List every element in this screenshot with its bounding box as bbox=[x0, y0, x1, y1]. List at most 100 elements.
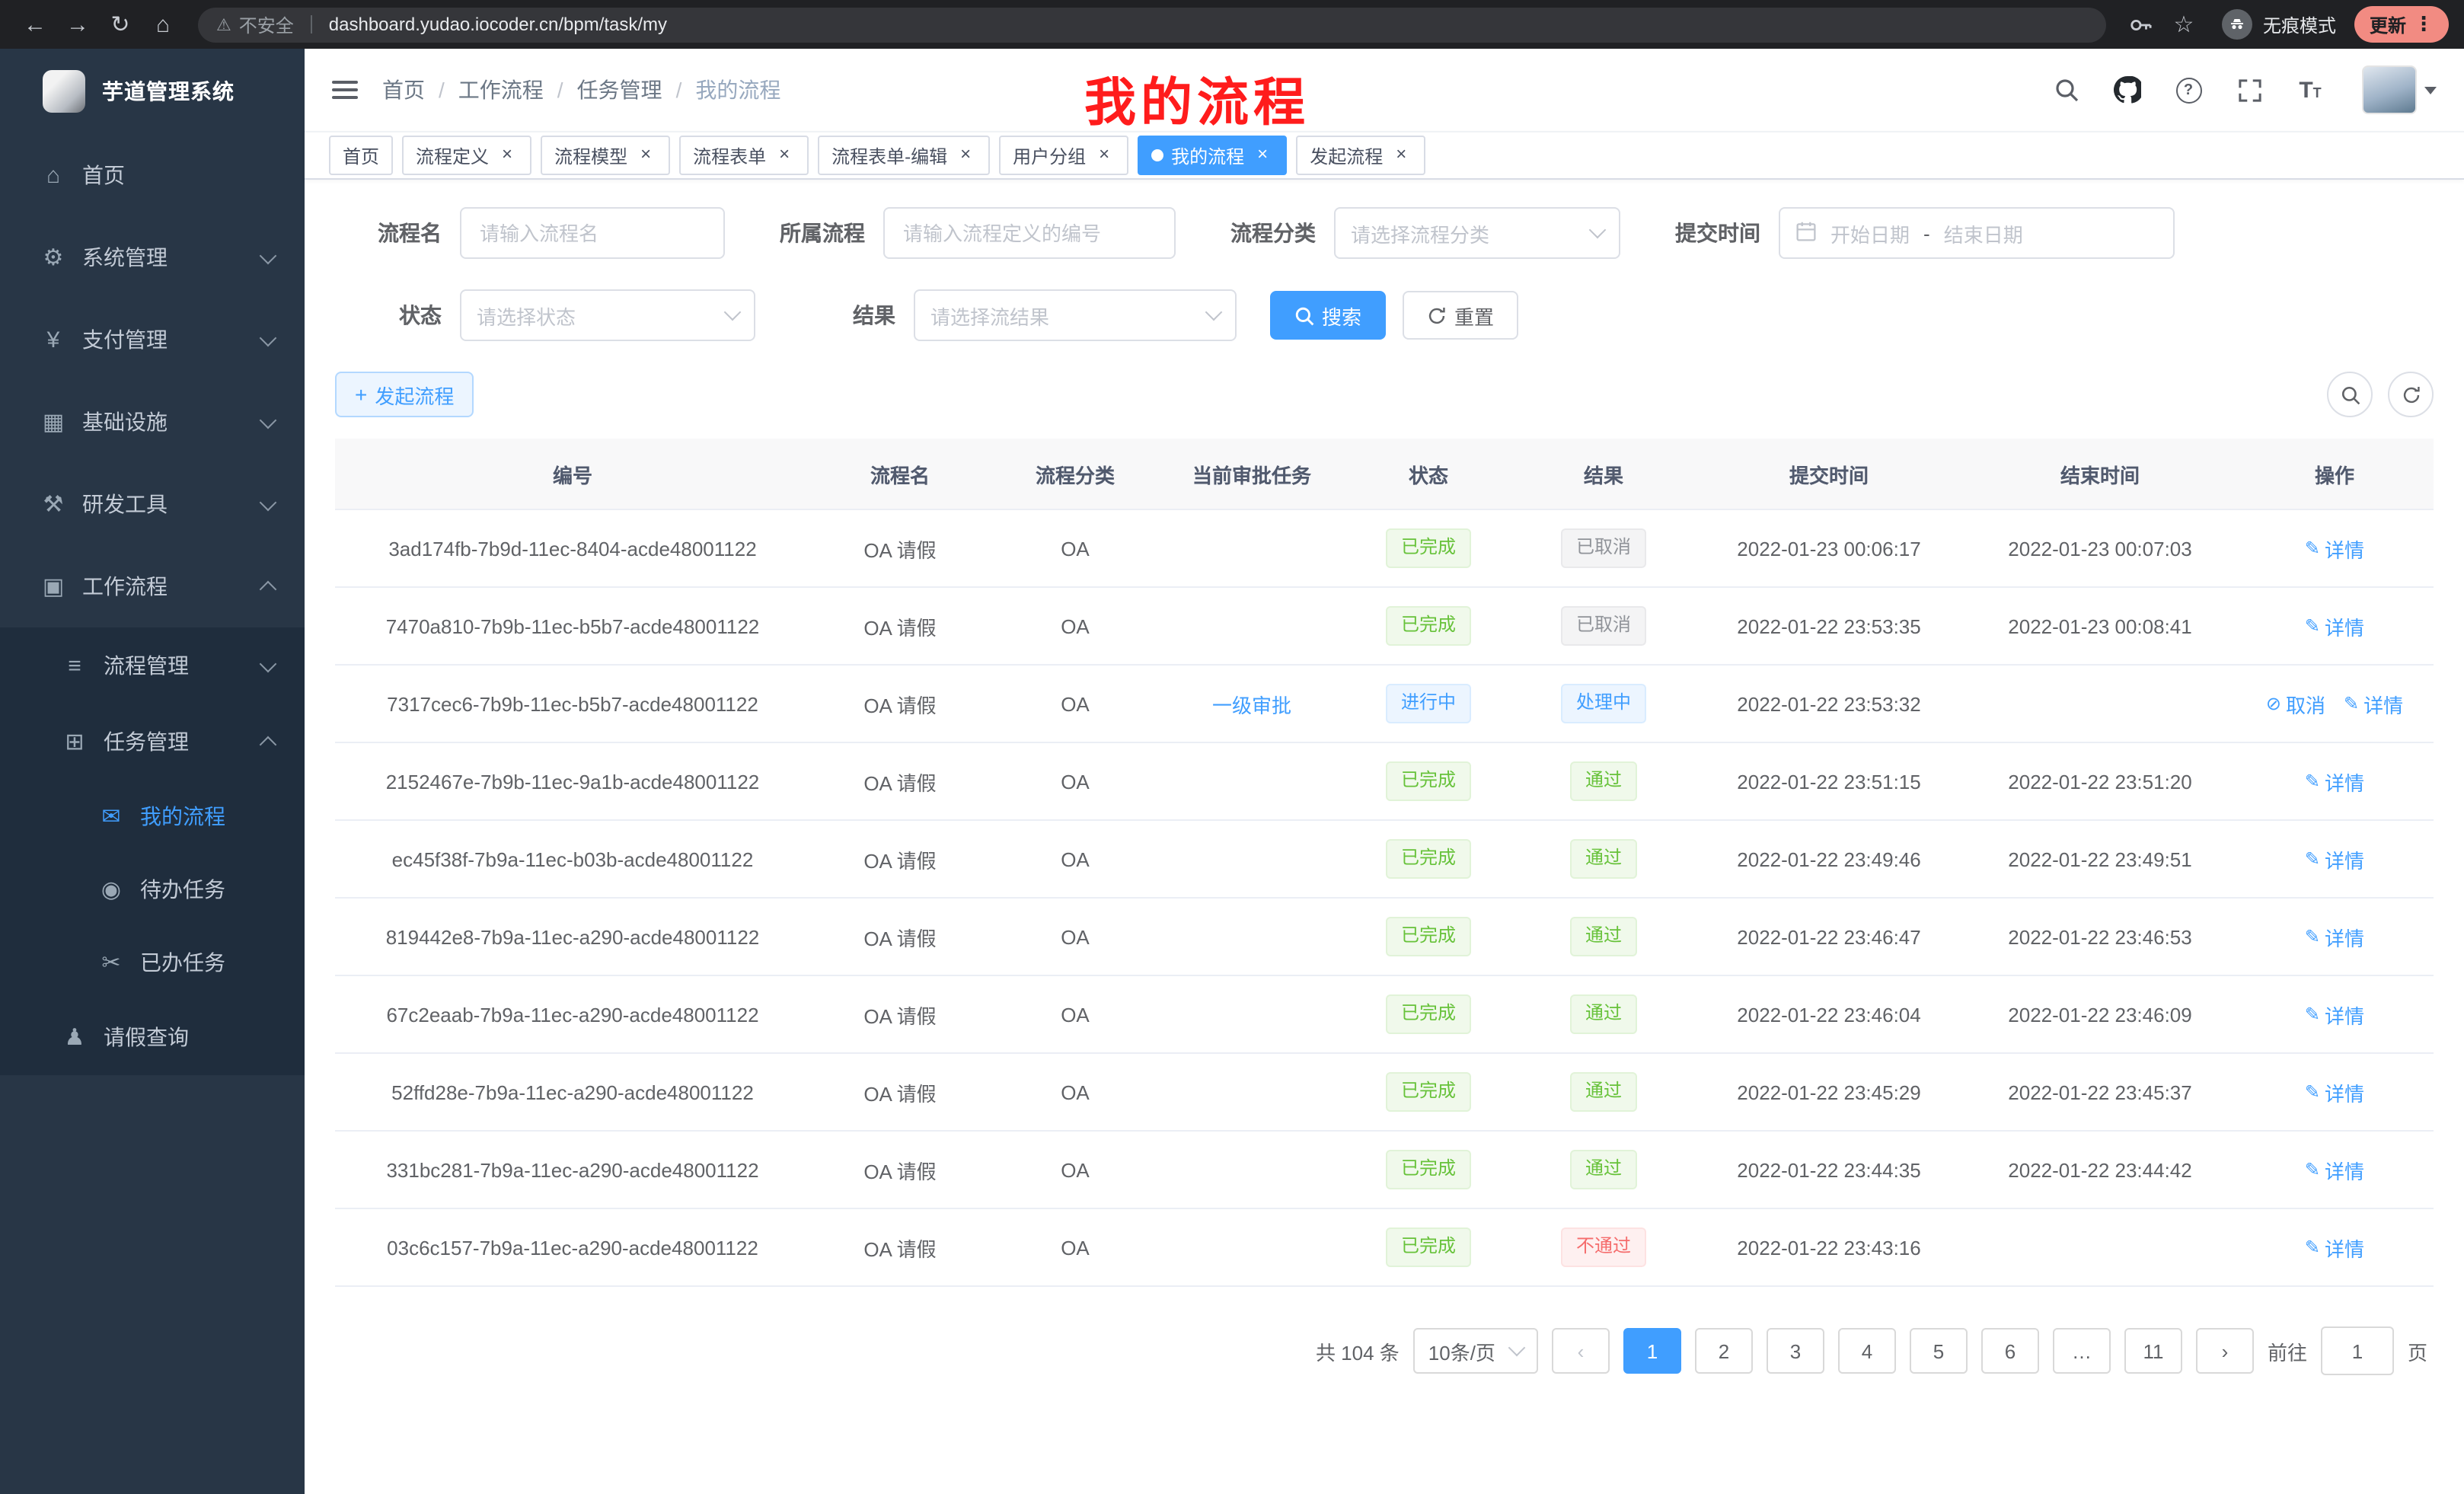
page-button[interactable]: 6 bbox=[1981, 1328, 2039, 1374]
action-detail-link[interactable]: ✎详情 bbox=[2305, 534, 2364, 563]
sidebar-item-leave-query[interactable]: ♟请假查询 bbox=[0, 999, 305, 1075]
tab-close-icon[interactable]: × bbox=[774, 145, 795, 166]
action-detail-link[interactable]: ✎详情 bbox=[2305, 1233, 2364, 1262]
current-task-link[interactable]: 一级审批 bbox=[1212, 694, 1291, 717]
tab-close-icon[interactable]: × bbox=[496, 145, 518, 166]
tab-item[interactable]: 首页 bbox=[329, 136, 393, 175]
filter-row-1: 流程名 所属流程 流程分类 请选择流程分类 bbox=[335, 207, 2434, 259]
browser-home-icon[interactable]: ⌂ bbox=[143, 5, 183, 44]
date-range-picker[interactable]: 开始日期 - 结束日期 bbox=[1779, 207, 2175, 259]
back-icon[interactable]: ← bbox=[15, 5, 55, 44]
action-detail-link[interactable]: ✎详情 bbox=[2305, 767, 2364, 796]
sidebar-item-todo-tasks[interactable]: ◉待办任务 bbox=[0, 853, 305, 926]
page-button[interactable]: 3 bbox=[1767, 1328, 1824, 1374]
browser-menu-icon[interactable]: ⋮ bbox=[2414, 12, 2434, 37]
avatar-image bbox=[2362, 65, 2417, 114]
tab-close-icon[interactable]: × bbox=[955, 145, 976, 166]
category-select[interactable]: 请选择流程分类 bbox=[1334, 207, 1620, 259]
key-icon[interactable] bbox=[2121, 5, 2161, 44]
tab-label: 流程模型 bbox=[554, 142, 627, 168]
sidebar-item-done-tasks[interactable]: ✂已办任务 bbox=[0, 926, 305, 999]
search-button[interactable]: 搜索 bbox=[1270, 291, 1386, 340]
result-tag: 已取消 bbox=[1561, 606, 1646, 646]
tab-item[interactable]: 流程表单-编辑× bbox=[818, 136, 990, 175]
bookmark-star-icon[interactable]: ☆ bbox=[2164, 5, 2204, 44]
breadcrumb-item[interactable]: 工作流程 bbox=[458, 75, 544, 105]
question-icon[interactable]: ? bbox=[2173, 73, 2204, 107]
sidebar-item-my-process[interactable]: ✉我的流程 bbox=[0, 780, 305, 853]
sidebar-item-payment[interactable]: ¥支付管理 bbox=[0, 298, 305, 381]
tab-close-icon[interactable]: × bbox=[1093, 145, 1115, 166]
reset-button[interactable]: 重置 bbox=[1403, 291, 1518, 340]
page-button[interactable]: 5 bbox=[1910, 1328, 1968, 1374]
github-icon[interactable] bbox=[2112, 73, 2143, 107]
action-cancel-link[interactable]: ⊘取消 bbox=[2266, 689, 2325, 718]
action-detail-link[interactable]: ✎详情 bbox=[2305, 1000, 2364, 1029]
create-process-button[interactable]: + 发起流程 bbox=[335, 372, 474, 417]
status-select[interactable]: 请选择状态 bbox=[460, 289, 755, 341]
tab-label: 我的流程 bbox=[1171, 142, 1244, 168]
sidebar-item-process-management[interactable]: ≡流程管理 bbox=[0, 627, 305, 704]
goto-page-input[interactable] bbox=[2321, 1326, 2394, 1375]
breadcrumb-item[interactable]: 任务管理 bbox=[577, 75, 662, 105]
navbar-actions: ? TT bbox=[2051, 65, 2437, 114]
sidebar-item-devtools[interactable]: ⚒研发工具 bbox=[0, 463, 305, 545]
tab-item[interactable]: 我的流程 × bbox=[1138, 136, 1287, 175]
tab-close-icon[interactable]: × bbox=[1252, 145, 1273, 166]
tab-item[interactable]: 流程定义× bbox=[402, 136, 531, 175]
tab-item[interactable]: 流程表单× bbox=[679, 136, 809, 175]
process-table: 编号流程名流程分类当前审批任务状态结果提交时间结束时间操作 3ad174fb-7… bbox=[335, 439, 2434, 1287]
prev-page-button[interactable]: ‹ bbox=[1552, 1328, 1610, 1374]
grid-icon: ⊞ bbox=[58, 728, 91, 755]
font-size-icon[interactable]: TT bbox=[2295, 73, 2325, 107]
sidebar-item-system[interactable]: ⚙系统管理 bbox=[0, 216, 305, 298]
detail-icon: ✎ bbox=[2305, 538, 2320, 559]
hamburger-icon[interactable] bbox=[332, 81, 358, 99]
avatar[interactable] bbox=[2362, 65, 2437, 114]
sidebar-item-home[interactable]: ⌂首页 bbox=[0, 134, 305, 216]
fullscreen-icon[interactable] bbox=[2234, 73, 2265, 107]
toggle-search-icon[interactable] bbox=[2327, 372, 2373, 417]
process-definition-input[interactable] bbox=[883, 207, 1176, 259]
tab-close-icon[interactable]: × bbox=[1390, 145, 1412, 166]
tab-item[interactable]: 流程模型 × bbox=[541, 136, 670, 175]
forward-icon[interactable]: → bbox=[58, 5, 97, 44]
result-tag: 处理中 bbox=[1561, 684, 1646, 723]
page-button[interactable]: 11 bbox=[2124, 1328, 2182, 1374]
sidebar-item-workflow[interactable]: ▣工作流程 bbox=[0, 545, 305, 627]
update-button[interactable]: 更新 ⋮ bbox=[2354, 6, 2449, 43]
tab-item[interactable]: 发起流程 × bbox=[1296, 136, 1425, 175]
action-detail-link[interactable]: ✎详情 bbox=[2305, 922, 2364, 951]
reload-icon[interactable]: ↻ bbox=[101, 5, 140, 44]
page-size-select[interactable]: 10条/页 bbox=[1413, 1328, 1538, 1374]
page-button[interactable]: 1 bbox=[1623, 1328, 1681, 1374]
action-label: 详情 bbox=[2325, 611, 2364, 640]
result-cell: 通过 bbox=[1514, 975, 1693, 1053]
sidebar-item-infrastructure[interactable]: ▦基础设施 bbox=[0, 381, 305, 463]
detail-icon: ✎ bbox=[2305, 1237, 2320, 1258]
address-bar[interactable]: ⚠ 不安全 dashboard.yudao.iocoder.cn/bpm/tas… bbox=[198, 7, 2106, 42]
result-select[interactable]: 请选择流结果 bbox=[914, 289, 1237, 341]
tab-close-icon[interactable]: × bbox=[635, 145, 656, 166]
filter-row-2: 状态 请选择状态 结果 请选择流结果 bbox=[335, 289, 2434, 341]
action-detail-link[interactable]: ✎详情 bbox=[2305, 1155, 2364, 1184]
actions-cell: ✎详情 bbox=[2236, 587, 2434, 665]
action-detail-link[interactable]: ✎详情 bbox=[2344, 689, 2403, 718]
next-page-button[interactable]: › bbox=[2196, 1328, 2254, 1374]
action-detail-link[interactable]: ✎详情 bbox=[2305, 611, 2364, 640]
sidebar-item-task-management[interactable]: ⊞任务管理 bbox=[0, 704, 305, 780]
column-header: 提交时间 bbox=[1693, 439, 1964, 509]
search-icon[interactable] bbox=[2051, 73, 2082, 107]
page-button[interactable]: 4 bbox=[1838, 1328, 1896, 1374]
action-detail-link[interactable]: ✎详情 bbox=[2305, 844, 2364, 873]
breadcrumb-item[interactable]: 首页 bbox=[382, 75, 425, 105]
security-warning[interactable]: ⚠ 不安全 bbox=[216, 11, 294, 37]
refresh-icon[interactable] bbox=[2388, 372, 2434, 417]
process-name-input[interactable] bbox=[460, 207, 725, 259]
action-detail-link[interactable]: ✎详情 bbox=[2305, 1077, 2364, 1106]
tab-item[interactable]: 用户分组× bbox=[999, 136, 1128, 175]
actions-cell: ✎详情 bbox=[2236, 975, 2434, 1053]
tab-label: 发起流程 bbox=[1310, 142, 1383, 168]
table-row: 331bc281-7b9a-11ec-a290-acde48001122OA 请… bbox=[335, 1131, 2434, 1208]
page-button[interactable]: 2 bbox=[1695, 1328, 1753, 1374]
